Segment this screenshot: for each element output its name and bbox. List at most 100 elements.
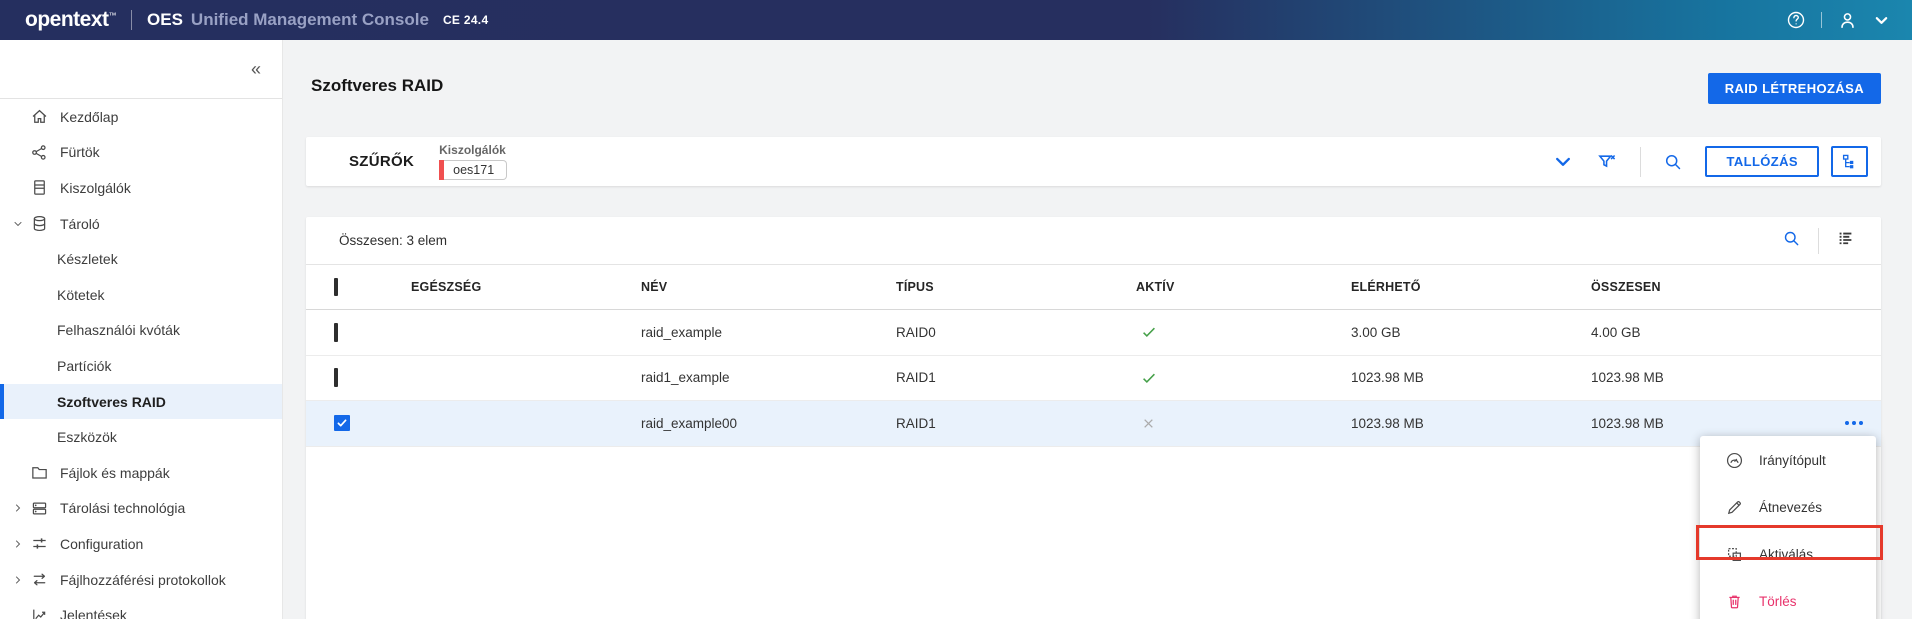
filter-bar: SZŰRŐK Kiszolgálók oes171 TALLÓZÁS <box>306 137 1881 186</box>
menu-item-atnevezes[interactable]: Átnevezés <box>1700 484 1876 531</box>
filter-group-servers: Kiszolgálók oes171 <box>439 143 508 180</box>
browse-button[interactable]: TALLÓZÁS <box>1705 146 1819 177</box>
delete-icon <box>1729 595 1740 609</box>
table-header-row: EGÉSZSÉG NÉV TÍPUS AKTÍV ELÉRHETŐ ÖSSZES… <box>306 265 1881 310</box>
table-toolbar-actions <box>1782 227 1855 254</box>
rename-icon <box>1727 501 1741 515</box>
sidebar-item-tarolo[interactable]: Tároló <box>0 206 282 242</box>
raid-name: raid_example <box>641 324 723 340</box>
column-header-osszesen[interactable]: ÖSSZESEN <box>1591 280 1791 294</box>
menu-item-label: Törlés <box>1759 594 1797 609</box>
column-header-elerheto[interactable]: ELÉRHETŐ <box>1351 280 1591 294</box>
dashboard-icon <box>1726 452 1743 469</box>
sliders-icon <box>30 534 60 553</box>
sidebar-item-furtok[interactable]: Fürtök <box>0 135 282 171</box>
server-icon <box>30 178 60 197</box>
header-divider-small <box>1821 12 1822 28</box>
filter-chip[interactable]: oes171 <box>439 160 508 180</box>
menu-item-aktivalas[interactable]: Aktiválás <box>1700 531 1876 578</box>
database-icon <box>30 214 60 233</box>
total-count: Összesen: 3 elem <box>339 233 448 248</box>
sidebar-item-fajlok-es-mappak[interactable]: Fájlok és mappák <box>0 455 282 491</box>
sidebar-item-szoftveres-raid[interactable]: Szoftveres RAID <box>0 383 282 420</box>
sidebar-item-fajlhozzaferesi-protokollok[interactable]: Fájlhozzáférési protokollok <box>0 562 282 598</box>
menu-item-label: Irányítópult <box>1759 453 1826 468</box>
app-window: opentext™ OES Unified Management Console… <box>0 0 1912 619</box>
table-row[interactable]: raid1_example RAID1 1023.98 MB 1023.98 M… <box>306 356 1881 401</box>
sidebar-item-felhasznaloi-kvotak[interactable]: Felhasználói kvóták <box>0 313 282 349</box>
sidebar-item-label: Fájlok és mappák <box>60 464 170 481</box>
chevron-right-icon[interactable] <box>6 502 30 514</box>
raid-table: Összesen: 3 elem EGÉSZSÉG NÉV TÍPUS AKTÍ… <box>306 217 1881 619</box>
search-icon[interactable] <box>1782 229 1801 253</box>
raid-type: RAID1 <box>896 370 936 386</box>
active-check-icon <box>1140 369 1351 387</box>
table-row[interactable]: raid_example RAID0 3.00 GB 4.00 GB <box>306 310 1881 356</box>
total-size: 1023.98 MB <box>1591 415 1664 431</box>
drives-icon <box>30 499 60 518</box>
sidebar-item-label: Tárolási technológia <box>60 500 186 517</box>
sidebar-item-tarolasi-technologia[interactable]: Tárolási technológia <box>0 491 282 527</box>
page-title: Szoftveres RAID <box>311 76 444 95</box>
list-columns-icon[interactable] <box>1836 229 1855 253</box>
inactive-x-icon <box>1140 415 1351 432</box>
folder-icon <box>30 463 60 482</box>
sidebar-item-label: Fürtök <box>60 144 100 161</box>
main-content: Szoftveres RAID RAID LÉTREHOZÁSA SZŰRŐK … <box>284 40 1912 619</box>
raid-type: RAID1 <box>896 415 936 431</box>
total-size: 4.00 GB <box>1591 324 1641 340</box>
available-size: 1023.98 MB <box>1351 415 1424 431</box>
raid-name: raid1_example <box>641 370 730 386</box>
app-header: opentext™ OES Unified Management Console… <box>0 0 1912 40</box>
product-abbrev: OES <box>147 10 183 29</box>
collapse-sidebar-icon[interactable]: « <box>251 59 261 80</box>
sidebar-item-label: Jelentések <box>60 607 127 619</box>
more-options-icon[interactable] <box>1845 421 1881 426</box>
row-checkbox[interactable] <box>334 368 338 388</box>
table-toolbar: Összesen: 3 elem <box>306 217 1881 265</box>
sidebar-item-label: Kiszolgálók <box>60 179 131 196</box>
sidebar-nav: Kezdőlap Fürtök Kiszolgálók Tároló Készl… <box>0 99 282 619</box>
sidebar-item-configuration[interactable]: Configuration <box>0 526 282 562</box>
clear-filter-icon[interactable] <box>1596 151 1618 173</box>
chevron-down-icon[interactable] <box>1552 151 1574 173</box>
version-badge: CE 24.4 <box>442 13 489 27</box>
column-header-nev[interactable]: NÉV <box>641 280 896 294</box>
search-icon[interactable] <box>1663 152 1683 172</box>
menu-item-iranyitopult[interactable]: Irányítópult <box>1700 437 1876 484</box>
chevron-down-icon[interactable] <box>6 218 30 230</box>
chevron-down-icon[interactable] <box>1873 12 1890 29</box>
trademark: ™ <box>108 11 117 20</box>
header-actions <box>1786 10 1890 31</box>
table-row-selected[interactable]: raid_example00 RAID1 1023.98 MB 1023.98 … <box>306 401 1881 447</box>
help-icon[interactable] <box>1786 10 1806 30</box>
tree-browse-icon[interactable] <box>1831 146 1868 177</box>
sidebar-item-kiszolgalok[interactable]: Kiszolgálók <box>0 170 282 206</box>
create-raid-button[interactable]: RAID LÉTREHOZÁSA <box>1707 73 1881 104</box>
sidebar-item-jelentesek[interactable]: Jelentések <box>0 597 282 619</box>
filter-group-label: Kiszolgálók <box>439 143 506 157</box>
sidebar-item-eszkozok[interactable]: Eszközök <box>0 419 282 455</box>
column-header-tipus[interactable]: TÍPUS <box>896 280 1136 294</box>
sidebar-item-kezdolap[interactable]: Kezdőlap <box>0 99 282 135</box>
chevron-right-icon[interactable] <box>6 574 30 586</box>
sidebar-top: « <box>0 40 282 99</box>
cluster-icon <box>30 143 60 162</box>
column-header-egeszseg[interactable]: EGÉSZSÉG <box>411 280 641 294</box>
row-checkbox-checked[interactable] <box>334 415 350 432</box>
sidebar-item-label: Tároló <box>60 215 100 232</box>
header-divider <box>131 10 133 30</box>
row-checkbox[interactable] <box>334 322 338 342</box>
user-icon[interactable] <box>1837 10 1858 31</box>
report-icon <box>30 606 60 619</box>
sidebar-item-particiok[interactable]: Partíciók <box>0 348 282 384</box>
select-all-checkbox[interactable] <box>334 278 338 296</box>
menu-item-torles[interactable]: Törlés <box>1700 578 1876 619</box>
raid-type: RAID0 <box>896 324 936 340</box>
sidebar-item-label: Kezdőlap <box>60 108 119 125</box>
chevron-right-icon[interactable] <box>6 538 30 550</box>
column-header-aktiv[interactable]: AKTÍV <box>1136 280 1351 294</box>
sidebar-item-kotetek[interactable]: Kötetek <box>0 277 282 313</box>
sidebar-item-keszletek[interactable]: Készletek <box>0 241 282 277</box>
menu-item-label: Átnevezés <box>1759 500 1823 515</box>
